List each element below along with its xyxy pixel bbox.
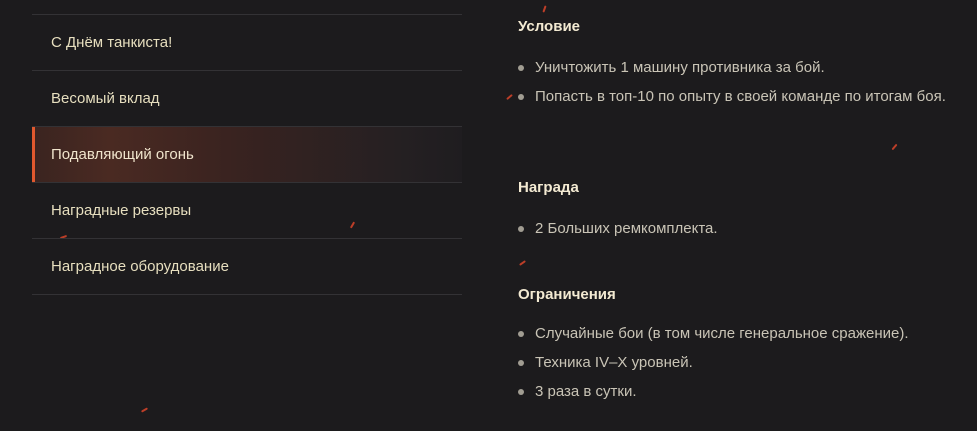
- list-item: Уничтожить 1 машину противника за бой.: [518, 54, 948, 81]
- ember-spark: [542, 5, 547, 13]
- restrictions-title: Ограничения: [518, 286, 616, 303]
- menu-item-tankman-day[interactable]: С Днём танкиста!: [32, 14, 462, 70]
- menu-item-label: Весомый вклад: [51, 90, 160, 107]
- menu-item-label: Подавляющий огонь: [51, 146, 194, 163]
- mission-menu: С Днём танкиста! Весомый вклад Подавляющ…: [32, 14, 462, 295]
- menu-item-suppressive-fire[interactable]: Подавляющий огонь: [32, 126, 462, 182]
- condition-title: Условие: [518, 18, 581, 35]
- ember-spark: [506, 93, 513, 101]
- menu-item-reward-equipment[interactable]: Наградное оборудование: [32, 238, 462, 295]
- menu-item-weighty-contribution[interactable]: Весомый вклад: [32, 70, 462, 126]
- menu-item-label: С Днём танкиста!: [51, 34, 173, 51]
- restrictions-list: Случайные бои (в том числе генеральное с…: [518, 320, 948, 407]
- reward-title: Награда: [518, 179, 579, 196]
- ember-spark: [519, 260, 526, 266]
- menu-item-label: Наградные резервы: [51, 202, 192, 219]
- list-item: 2 Больших ремкомплекта.: [518, 215, 948, 242]
- list-item: 3 раза в сутки.: [518, 378, 948, 405]
- menu-item-label: Наградное оборудование: [51, 258, 229, 275]
- menu-item-reward-reserves[interactable]: Наградные резервы: [32, 182, 462, 238]
- reward-list: 2 Больших ремкомплекта.: [518, 215, 948, 244]
- list-item: Техника IV–X уровней.: [518, 349, 948, 376]
- ember-spark: [140, 407, 149, 413]
- list-item: Попасть в топ-10 по опыту в своей команд…: [518, 83, 948, 110]
- ember-spark: [891, 143, 898, 151]
- condition-list: Уничтожить 1 машину противника за бой. П…: [518, 54, 948, 112]
- list-item: Случайные бои (в том числе генеральное с…: [518, 320, 948, 347]
